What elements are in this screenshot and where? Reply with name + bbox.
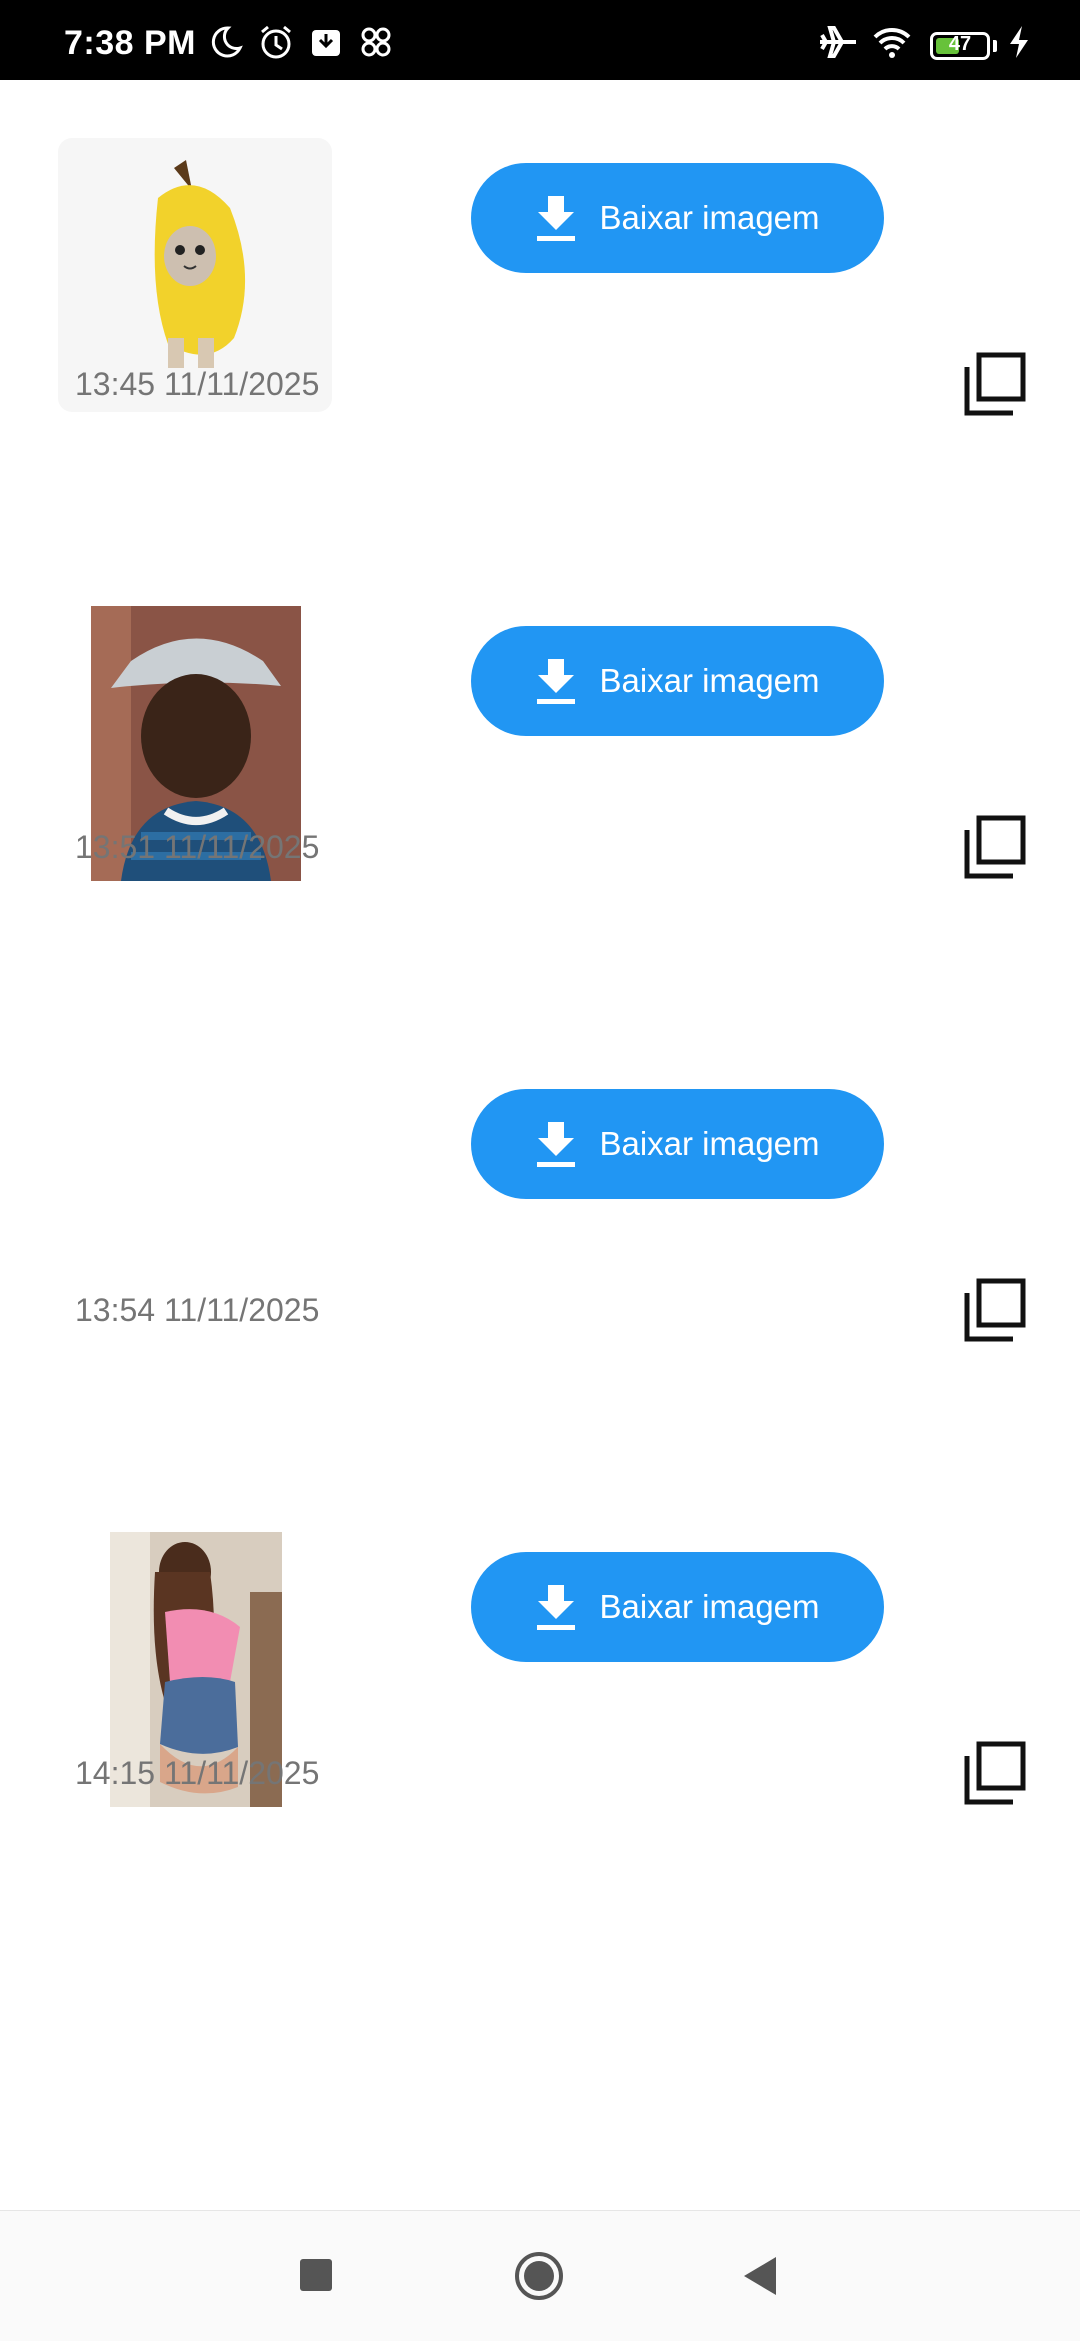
copy-icon[interactable] bbox=[962, 1741, 1026, 1805]
navigation-bar bbox=[0, 2210, 1080, 2341]
download-icon bbox=[537, 196, 576, 241]
download-image-button[interactable]: Baixar imagem bbox=[471, 1089, 884, 1199]
archive-icon bbox=[312, 30, 340, 56]
download-icon bbox=[537, 1122, 576, 1167]
item-timestamp: 14:15 11/11/2025 bbox=[75, 1755, 320, 1791]
item-timestamp: 13:54 11/11/2025 bbox=[75, 1292, 320, 1328]
battery-icon: 47 bbox=[930, 32, 990, 60]
download-button-label: Baixar imagem bbox=[599, 1588, 820, 1625]
item-timestamp: 13:45 11/11/2025 bbox=[75, 366, 320, 402]
home-button[interactable] bbox=[514, 2251, 564, 2301]
download-button-label: Baixar imagem bbox=[599, 1125, 820, 1162]
apps-icon bbox=[361, 27, 391, 57]
download-image-button[interactable]: Baixar imagem bbox=[471, 1552, 884, 1662]
moon-icon bbox=[211, 26, 243, 58]
back-button[interactable] bbox=[740, 2253, 780, 2299]
copy-icon[interactable] bbox=[962, 1278, 1026, 1342]
download-button-label: Baixar imagem bbox=[599, 662, 820, 699]
download-button-label: Baixar imagem bbox=[599, 199, 820, 236]
copy-icon[interactable] bbox=[962, 815, 1026, 879]
item-timestamp: 13:51 11/11/2025 bbox=[75, 829, 320, 865]
copy-icon[interactable] bbox=[962, 352, 1026, 416]
alarm-icon bbox=[261, 25, 291, 59]
charging-icon bbox=[1010, 26, 1028, 58]
download-icon bbox=[537, 659, 576, 704]
list-item: Baixar imagem 13:51 11/11/2025 bbox=[0, 543, 1080, 1006]
battery-tip bbox=[993, 40, 997, 52]
download-image-button[interactable]: Baixar imagem bbox=[471, 626, 884, 736]
download-image-button[interactable]: Baixar imagem bbox=[471, 163, 884, 273]
list-item: Baixar imagem 13:54 11/11/2025 bbox=[0, 1006, 1080, 1469]
wifi-icon bbox=[873, 27, 911, 58]
battery-level: 47 bbox=[948, 33, 972, 55]
list-item: Baixar imagem 14:15 11/11/2025 bbox=[0, 1469, 1080, 1932]
airplane-icon bbox=[820, 26, 856, 58]
download-icon bbox=[537, 1585, 576, 1630]
recents-button[interactable] bbox=[300, 2259, 332, 2291]
status-bar: 7:38 PM 47 bbox=[0, 0, 1080, 80]
status-time: 7:38 PM bbox=[64, 24, 196, 62]
list-item: Baixar imagem 13:45 11/11/2025 bbox=[0, 80, 1080, 543]
